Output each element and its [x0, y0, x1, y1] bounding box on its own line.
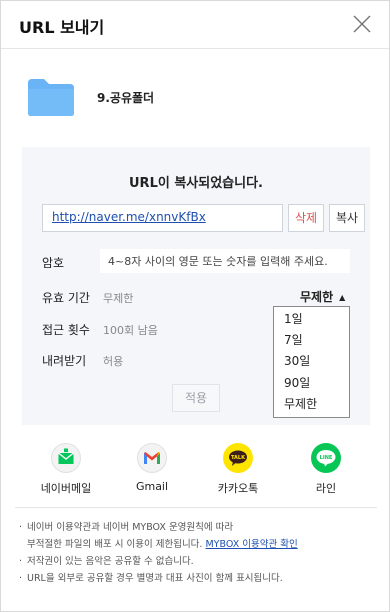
dropdown-option[interactable]: 7일: [274, 330, 349, 351]
notice-list: 네이버 이용약관과 네이버 MYBOX 운영원칙에 따라 부적절한 파일의 배포…: [19, 519, 375, 587]
notice-text: URL을 외부로 공유할 경우 별명과 대표 사진이 함께 표시됩니다.: [27, 573, 283, 584]
share-kakaotalk[interactable]: TALK 카카오톡: [198, 443, 278, 496]
share-line-label: 라인: [315, 482, 337, 495]
dropdown-option[interactable]: 무제한: [274, 394, 349, 415]
notice-item-continued: 부적절한 파일의 배포 시 이용이 제한됩니다. MYBOX 이용약관 확인: [19, 536, 375, 553]
delete-button[interactable]: 삭제: [288, 204, 324, 232]
apply-button[interactable]: 적용: [172, 384, 220, 412]
folder-name: 9.공유폴더: [97, 91, 155, 105]
url-share-dialog: URL 보내기 9.공유폴더 URL이 복사되었습니다. http://nave…: [0, 0, 390, 612]
share-line[interactable]: LINE 라인: [286, 443, 366, 496]
password-label: 암호: [42, 256, 65, 270]
notice-item: 저작권이 있는 음악은 공유할 수 없습니다.: [19, 553, 375, 570]
naver-mail-icon: [51, 443, 81, 473]
share-kakaotalk-label: 카카오톡: [217, 482, 259, 495]
svg-text:TALK: TALK: [231, 455, 246, 461]
dropdown-option[interactable]: 1일: [274, 309, 349, 330]
notice-text: 네이버 이용약관과 네이버 MYBOX 운영원칙에 따라: [27, 522, 234, 533]
validity-value: 무제한: [103, 292, 134, 305]
download-value: 허용: [103, 355, 124, 368]
validity-select[interactable]: 무제한 ▲: [300, 288, 345, 305]
folder-icon: [28, 79, 74, 116]
validity-selected: 무제한: [300, 290, 334, 304]
share-gmail-label: Gmail: [135, 480, 169, 493]
terms-link[interactable]: MYBOX 이용약관 확인: [205, 539, 297, 550]
access-count-value: 100회 남음: [103, 324, 158, 337]
share-naver-mail[interactable]: 네이버메일: [26, 443, 106, 496]
gmail-icon: [137, 443, 167, 473]
password-input[interactable]: [100, 249, 350, 273]
notice-item: URL을 외부로 공유할 경우 별명과 대표 사진이 함께 표시됩니다.: [19, 570, 375, 587]
kakaotalk-icon: TALK: [223, 443, 253, 473]
divider: [15, 507, 377, 508]
notice-text: 부적절한 파일의 배포 시 이용이 제한됩니다.: [27, 539, 203, 550]
url-field[interactable]: http://naver.me/xnnvKfBx: [42, 204, 283, 232]
copied-message: URL이 복사되었습니다.: [129, 176, 263, 191]
svg-text:LINE: LINE: [320, 455, 333, 461]
notice-item: 네이버 이용약관과 네이버 MYBOX 운영원칙에 따라: [19, 519, 375, 536]
dialog-header: URL 보내기: [1, 1, 389, 49]
close-icon[interactable]: [351, 13, 373, 35]
validity-label: 유효 기간: [42, 291, 90, 305]
notice-text: 저작권이 있는 음악은 공유할 수 없습니다.: [27, 556, 194, 567]
share-gmail[interactable]: Gmail: [112, 443, 192, 493]
dropdown-option[interactable]: 90일: [274, 373, 349, 394]
share-naver-mail-label: 네이버메일: [40, 482, 92, 495]
copy-button[interactable]: 복사: [329, 204, 365, 232]
line-icon: LINE: [311, 443, 341, 473]
access-count-label: 접근 횟수: [42, 323, 90, 337]
share-targets: 네이버메일 Gmail TALK 카카오톡 LINE 라인: [1, 443, 390, 496]
caret-up-icon: ▲: [339, 293, 346, 302]
download-label: 내려받기: [42, 354, 87, 368]
dropdown-option[interactable]: 30일: [274, 351, 349, 372]
validity-dropdown: 1일 7일 30일 90일 무제한: [273, 306, 350, 418]
share-url-link[interactable]: http://naver.me/xnnvKfBx: [52, 210, 206, 224]
dialog-title: URL 보내기: [19, 18, 105, 37]
